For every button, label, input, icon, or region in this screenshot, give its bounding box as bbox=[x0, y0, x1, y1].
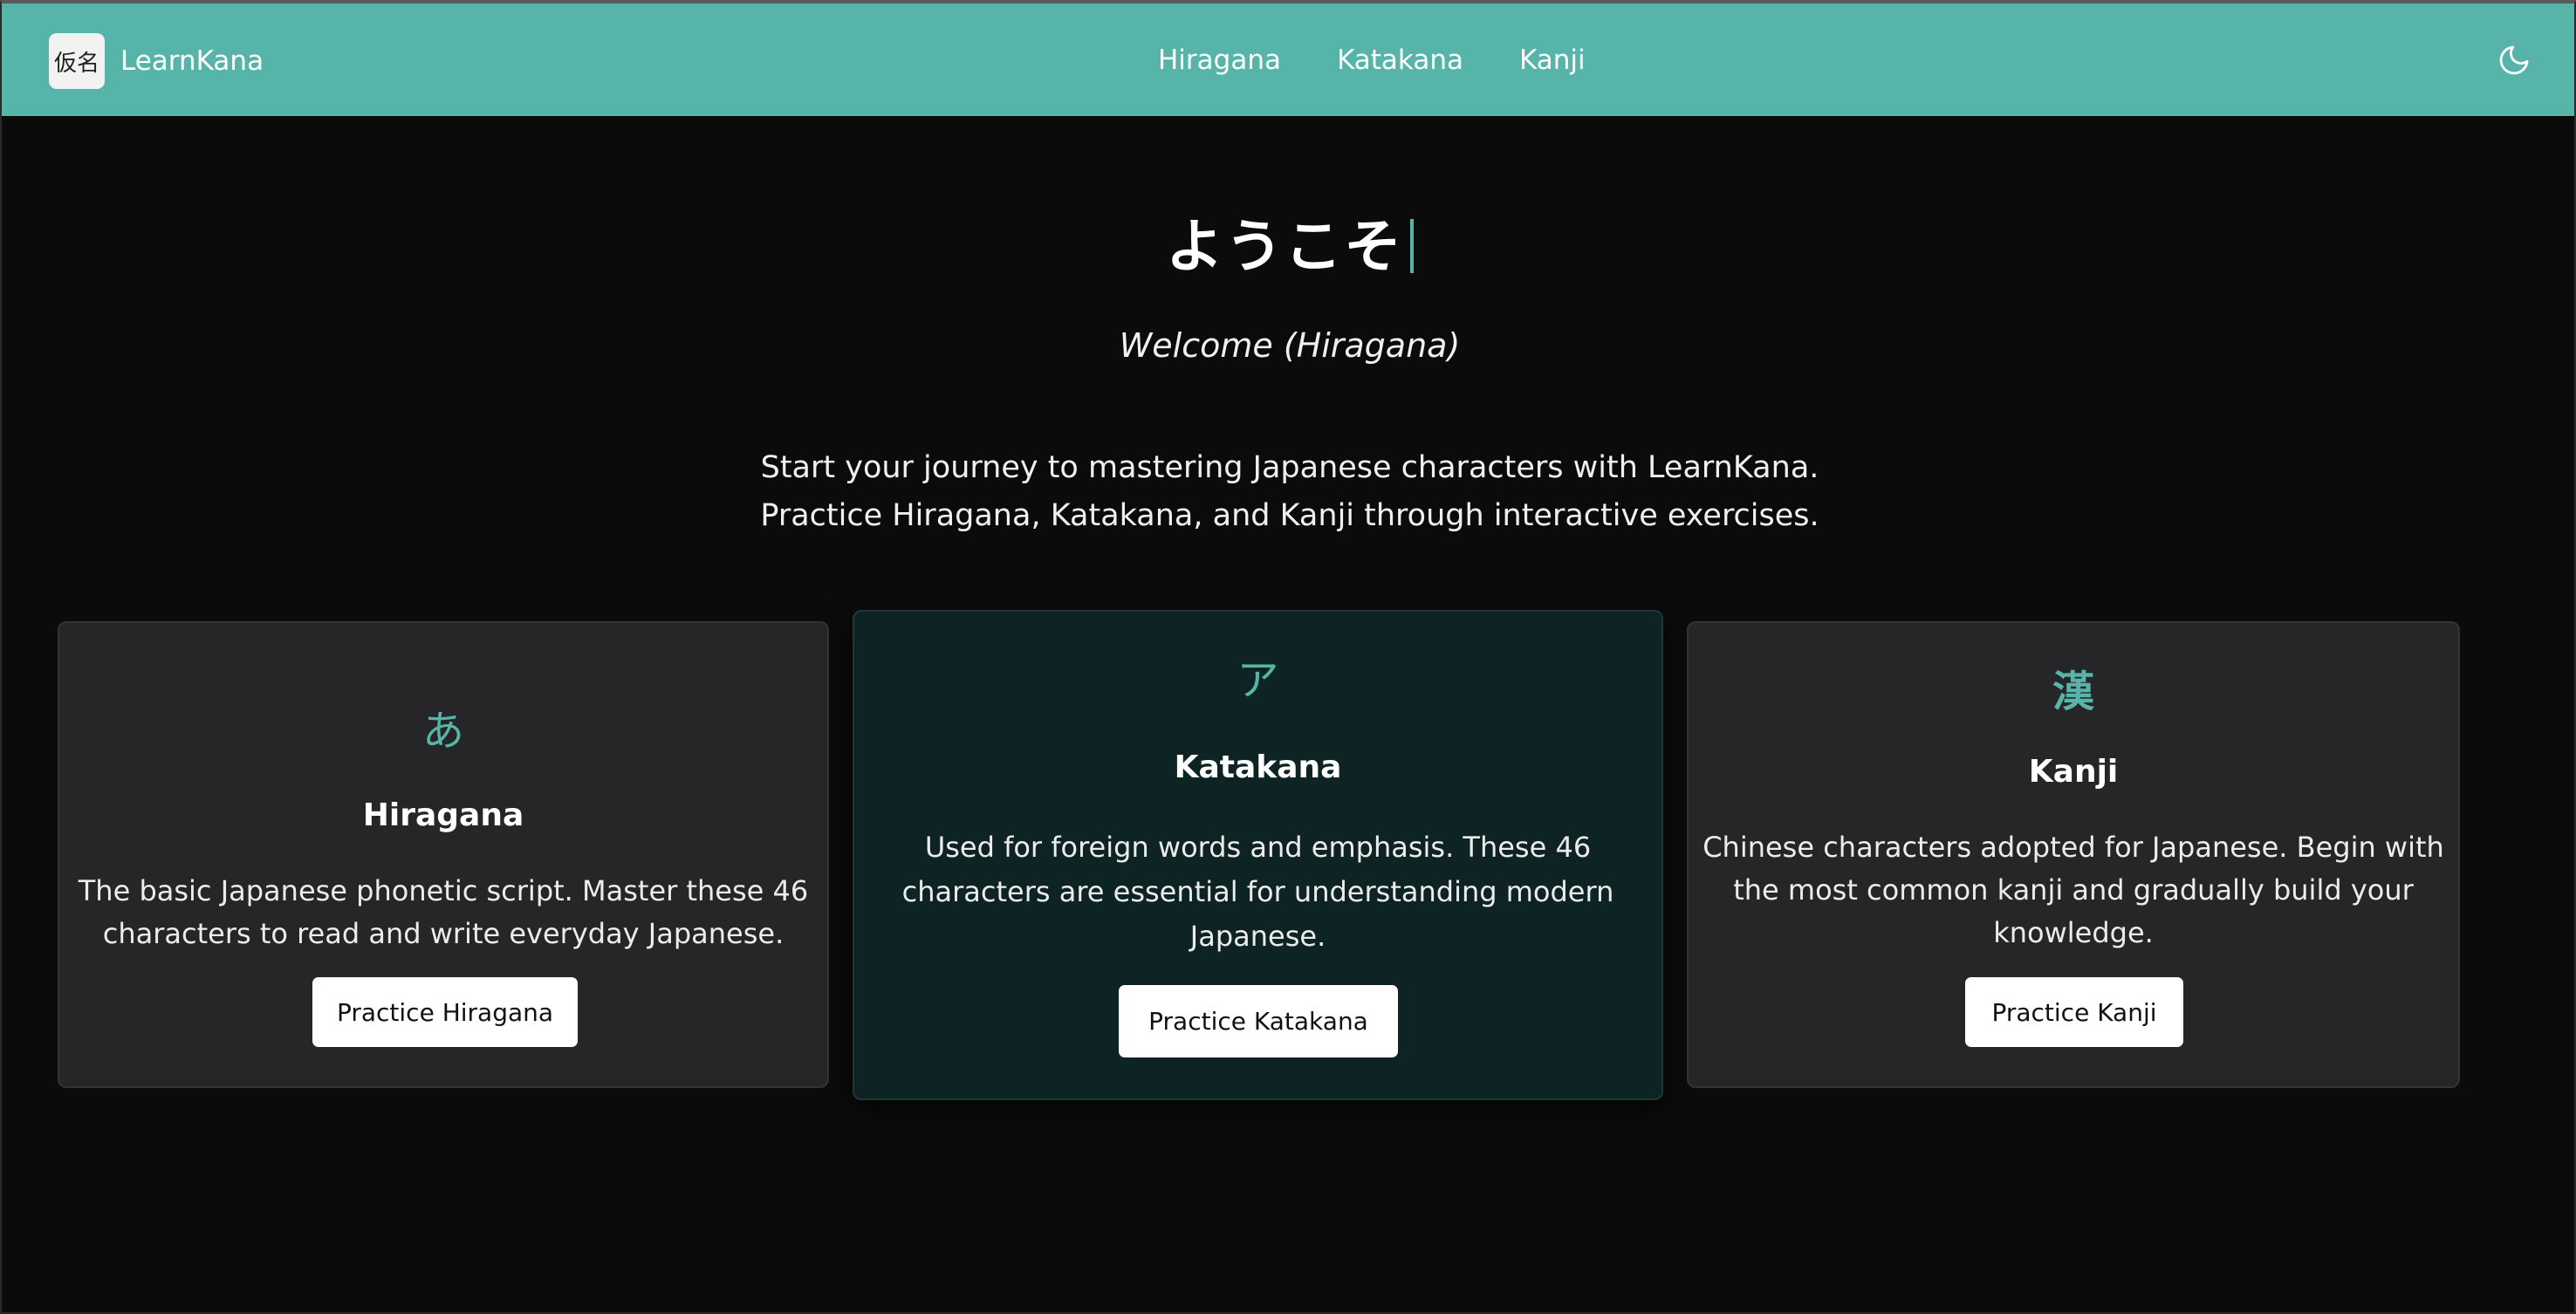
card-description-line: knowledge. bbox=[1993, 916, 2154, 949]
practice-kanji-button[interactable]: Practice Kanji bbox=[1965, 977, 2183, 1047]
practice-hiragana-button[interactable]: Practice Hiragana bbox=[312, 977, 578, 1047]
hero-title: ようこそ bbox=[2, 200, 2574, 284]
brand-name: LearnKana bbox=[120, 45, 264, 77]
card-description-line: Chinese characters adopted for Japanese.… bbox=[1702, 831, 2444, 864]
nav-link-hiragana[interactable]: Hiragana bbox=[1158, 44, 1281, 76]
card-katakana: ア Katakana Used for foreign words and em… bbox=[853, 610, 1663, 1100]
card-description-line: the most common kanji and gradually buil… bbox=[1733, 873, 2414, 907]
theme-toggle-button[interactable] bbox=[2492, 38, 2536, 82]
typing-cursor bbox=[1410, 219, 1414, 273]
hero-description-line: Practice Hiragana, Katakana, and Kanji t… bbox=[760, 498, 1819, 533]
card-description: Chinese characters adopted for Japanese.… bbox=[1689, 826, 2458, 955]
app-window: 仮名 LearnKana Hiragana Katakana Kanji ようこ… bbox=[0, 0, 2576, 1314]
card-title: Katakana bbox=[1174, 749, 1342, 785]
nav-link-katakana[interactable]: Katakana bbox=[1337, 44, 1463, 76]
katakana-glyph-icon: ア bbox=[1237, 656, 1279, 705]
hero-subtitle: Welcome (Hiragana) bbox=[1119, 326, 1461, 365]
brand-logo: 仮名 bbox=[49, 33, 105, 89]
hero-title-text: ようこそ bbox=[1166, 213, 1403, 280]
card-description-line: characters are essential for understandi… bbox=[901, 875, 1614, 908]
practice-katakana-button[interactable]: Practice Katakana bbox=[1119, 985, 1398, 1057]
card-description: Used for foreign words and emphasis. The… bbox=[854, 825, 1661, 959]
card-hiragana: あ Hiragana The basic Japanese phonetic s… bbox=[58, 621, 829, 1088]
kanji-glyph-icon: 漢 bbox=[2052, 667, 2094, 716]
hero-description-line: Start your journey to mastering Japanese… bbox=[760, 450, 1819, 485]
card-description-line: The basic Japanese phonetic script. Mast… bbox=[78, 874, 809, 907]
card-description-line: characters to read and write everyday Ja… bbox=[102, 917, 784, 950]
card-title: Kanji bbox=[2028, 754, 2119, 790]
card-kanji: 漢 Kanji Chinese characters adopted for J… bbox=[1687, 621, 2460, 1088]
card-description-line: Japanese. bbox=[1189, 920, 1326, 953]
hero-description: Start your journey to mastering Japanese… bbox=[2, 444, 2574, 540]
top-navbar: 仮名 LearnKana Hiragana Katakana Kanji bbox=[2, 3, 2574, 116]
card-description-line: Used for foreign words and emphasis. The… bbox=[924, 831, 1592, 864]
nav-link-kanji[interactable]: Kanji bbox=[1519, 44, 1586, 76]
card-title: Hiragana bbox=[362, 797, 524, 833]
nav-links: Hiragana Katakana Kanji bbox=[1158, 3, 1641, 116]
moon-icon bbox=[2499, 45, 2529, 75]
card-description: The basic Japanese phonetic script. Mast… bbox=[59, 870, 827, 955]
hiragana-glyph-icon: あ bbox=[421, 707, 464, 756]
brand[interactable]: 仮名 LearnKana bbox=[49, 33, 264, 89]
